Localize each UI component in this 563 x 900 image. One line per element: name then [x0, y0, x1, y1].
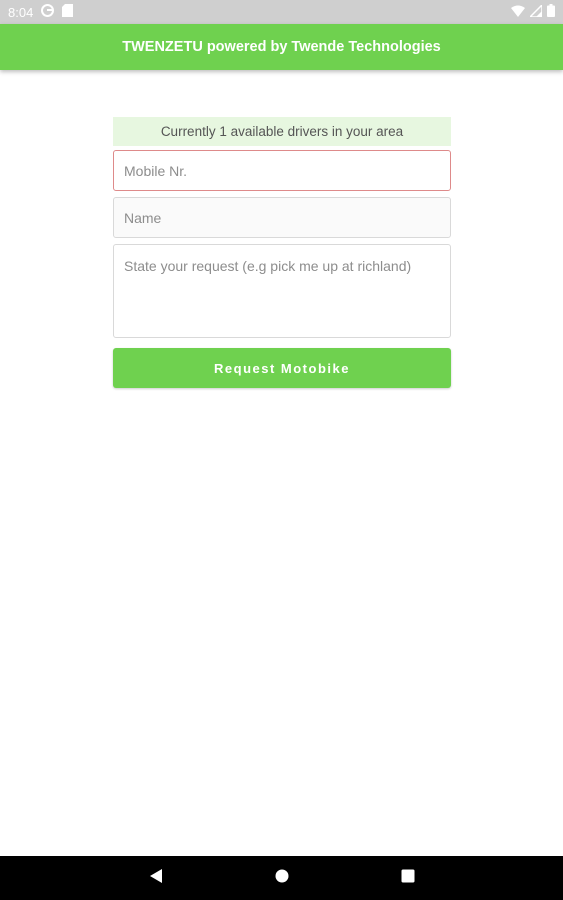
- status-bar: 8:04: [0, 0, 563, 24]
- home-button[interactable]: [267, 863, 297, 893]
- request-form: Currently 1 available drivers in your ar…: [113, 117, 451, 388]
- back-icon: [149, 868, 163, 889]
- recents-button[interactable]: [393, 863, 423, 893]
- signal-icon: [528, 2, 543, 20]
- google-play-protect-icon: [41, 4, 55, 20]
- status-left: 8:04: [8, 4, 74, 20]
- back-button[interactable]: [141, 863, 171, 893]
- drivers-available-banner: Currently 1 available drivers in your ar…: [113, 117, 451, 146]
- name-input[interactable]: [113, 197, 451, 238]
- request-textarea[interactable]: [113, 244, 451, 338]
- app-bar: TWENZETU powered by Twende Technologies: [0, 24, 563, 70]
- status-right: [511, 2, 555, 20]
- status-time: 8:04: [8, 4, 34, 20]
- sd-card-icon: [62, 4, 74, 20]
- request-motobike-button[interactable]: Request Motobike: [113, 348, 451, 388]
- mobile-number-input[interactable]: [113, 150, 451, 191]
- home-icon: [275, 869, 289, 888]
- battery-icon: [547, 4, 555, 20]
- drivers-available-text: Currently 1 available drivers in your ar…: [160, 124, 404, 139]
- navigation-bar: [0, 856, 563, 900]
- recents-icon: [401, 869, 415, 888]
- app-title: TWENZETU powered by Twende Technologies: [122, 39, 441, 55]
- wifi-icon: [511, 5, 525, 20]
